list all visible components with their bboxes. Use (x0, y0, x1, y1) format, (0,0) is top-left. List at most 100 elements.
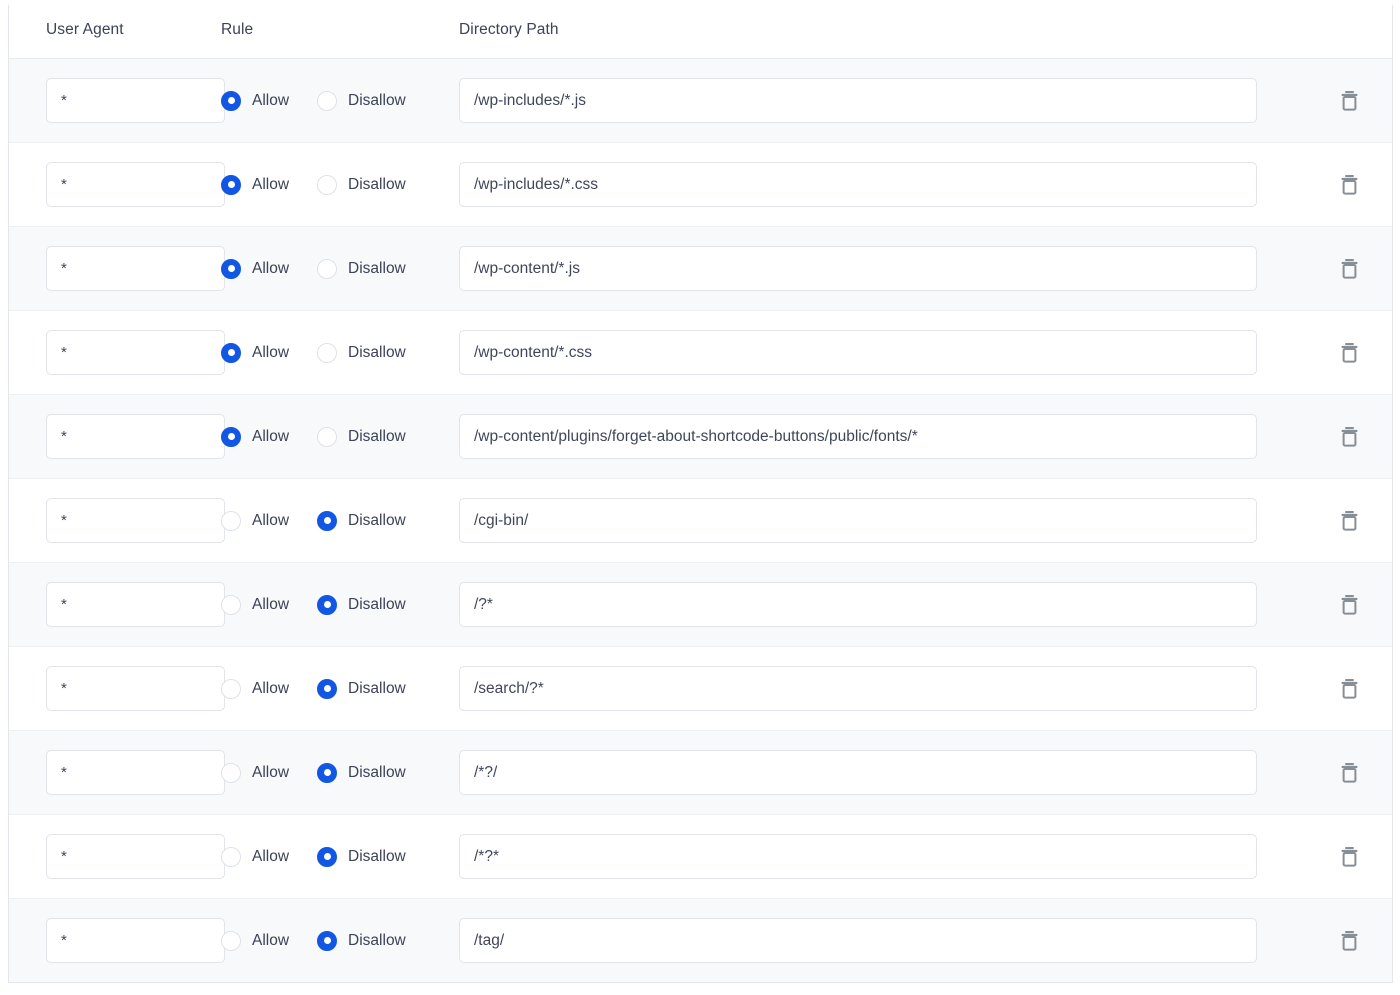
user-agent-input[interactable] (46, 246, 225, 291)
radio-disallow[interactable]: Disallow (317, 930, 406, 951)
cell-rule: Allow Disallow (221, 678, 459, 699)
user-agent-input[interactable] (46, 918, 225, 963)
user-agent-input[interactable] (46, 78, 225, 123)
delete-row-button[interactable] (1340, 510, 1359, 531)
cell-delete (1297, 678, 1392, 699)
directory-path-input[interactable] (459, 498, 1257, 543)
radio-allow[interactable]: Allow (221, 594, 289, 615)
radio-allow-indicator[interactable] (221, 678, 241, 699)
radio-allow[interactable]: Allow (221, 762, 289, 783)
delete-row-button[interactable] (1340, 342, 1359, 363)
radio-disallow-indicator[interactable] (317, 342, 338, 363)
radio-disallow[interactable]: Disallow (317, 510, 406, 531)
user-agent-input[interactable] (46, 834, 225, 879)
radio-disallow-indicator[interactable] (317, 258, 338, 279)
radio-allow[interactable]: Allow (221, 510, 289, 531)
user-agent-input[interactable] (46, 414, 225, 459)
radio-allow[interactable]: Allow (221, 426, 289, 447)
radio-disallow[interactable]: Disallow (317, 426, 406, 447)
cell-delete (1297, 762, 1392, 783)
delete-row-button[interactable] (1340, 258, 1359, 279)
radio-disallow-label: Disallow (348, 763, 406, 781)
delete-row-button[interactable] (1340, 678, 1359, 699)
radio-disallow-label: Disallow (348, 259, 406, 277)
cell-rule: Allow Disallow (221, 342, 459, 363)
cell-delete (1297, 90, 1392, 111)
directory-path-input[interactable] (459, 750, 1257, 795)
radio-allow[interactable]: Allow (221, 90, 289, 111)
radio-allow-indicator[interactable] (221, 90, 241, 111)
radio-allow[interactable]: Allow (221, 678, 290, 699)
radio-disallow[interactable]: Disallow (317, 762, 406, 783)
delete-row-button[interactable] (1340, 594, 1359, 615)
radio-disallow[interactable]: Disallow (317, 342, 406, 363)
radio-disallow-indicator[interactable] (317, 762, 338, 783)
radio-allow[interactable]: Allow (221, 174, 290, 195)
radio-disallow-indicator[interactable] (317, 678, 338, 699)
directory-path-input[interactable] (459, 582, 1257, 627)
user-agent-input[interactable] (46, 498, 225, 543)
radio-allow-label: Allow (252, 931, 290, 949)
radio-disallow[interactable]: Disallow (317, 678, 406, 699)
cell-rule: Allow Disallow (221, 846, 459, 867)
radio-allow-label: Allow (252, 175, 290, 193)
directory-path-input[interactable] (459, 78, 1257, 123)
radio-allow[interactable]: Allow (221, 342, 289, 363)
directory-path-input[interactable] (459, 162, 1257, 207)
directory-path-input[interactable] (459, 414, 1257, 459)
table-row: Allow Disallow (9, 899, 1392, 983)
cell-user-agent (9, 414, 225, 459)
trash-icon (1341, 91, 1358, 111)
radio-allow[interactable]: Allow (221, 846, 289, 867)
delete-row-button[interactable] (1340, 762, 1359, 783)
radio-disallow-indicator[interactable] (317, 846, 338, 867)
directory-path-input[interactable] (459, 834, 1257, 879)
radio-disallow-indicator[interactable] (317, 426, 338, 447)
radio-disallow[interactable]: Disallow (317, 174, 406, 195)
trash-icon (1341, 931, 1358, 951)
radio-allow-indicator[interactable] (221, 258, 241, 279)
cell-user-agent (9, 582, 225, 627)
radio-allow-label: Allow (252, 679, 290, 697)
user-agent-input[interactable] (46, 750, 225, 795)
user-agent-input[interactable] (46, 330, 225, 375)
radio-allow-indicator[interactable] (221, 510, 241, 531)
table-row: Allow Disallow (9, 395, 1392, 479)
directory-path-input[interactable] (459, 330, 1257, 375)
table-row: Allow Disallow (9, 815, 1392, 899)
radio-allow[interactable]: Allow (221, 258, 289, 279)
radio-allow-indicator[interactable] (221, 426, 241, 447)
radio-allow-indicator[interactable] (221, 930, 241, 951)
directory-path-input[interactable] (459, 918, 1257, 963)
radio-disallow[interactable]: Disallow (317, 594, 406, 615)
user-agent-input[interactable] (46, 666, 225, 711)
delete-row-button[interactable] (1340, 426, 1359, 447)
radio-allow-indicator[interactable] (221, 342, 241, 363)
radio-allow-indicator[interactable] (221, 762, 241, 783)
radio-disallow-indicator[interactable] (317, 930, 338, 951)
delete-row-button[interactable] (1340, 846, 1359, 867)
user-agent-input[interactable] (46, 162, 225, 207)
cell-directory-path (459, 330, 1297, 375)
radio-disallow-indicator[interactable] (317, 174, 338, 195)
cell-directory-path (459, 750, 1297, 795)
radio-disallow-indicator[interactable] (317, 510, 338, 531)
radio-disallow[interactable]: Disallow (317, 258, 406, 279)
delete-row-button[interactable] (1340, 930, 1359, 951)
user-agent-input[interactable] (46, 582, 225, 627)
delete-row-button[interactable] (1340, 90, 1359, 111)
radio-allow[interactable]: Allow (221, 930, 290, 951)
delete-row-button[interactable] (1340, 174, 1359, 195)
radio-disallow-indicator[interactable] (317, 594, 338, 615)
cell-rule: Allow Disallow (221, 90, 459, 111)
radio-allow-indicator[interactable] (221, 174, 241, 195)
directory-path-input[interactable] (459, 666, 1257, 711)
radio-disallow[interactable]: Disallow (317, 90, 406, 111)
column-header-rule: Rule (221, 20, 254, 38)
directory-path-input[interactable] (459, 246, 1257, 291)
radio-allow-indicator[interactable] (221, 594, 241, 615)
radio-disallow[interactable]: Disallow (317, 846, 406, 867)
radio-disallow-indicator[interactable] (317, 90, 338, 111)
cell-directory-path (459, 666, 1297, 711)
radio-allow-indicator[interactable] (221, 846, 241, 867)
